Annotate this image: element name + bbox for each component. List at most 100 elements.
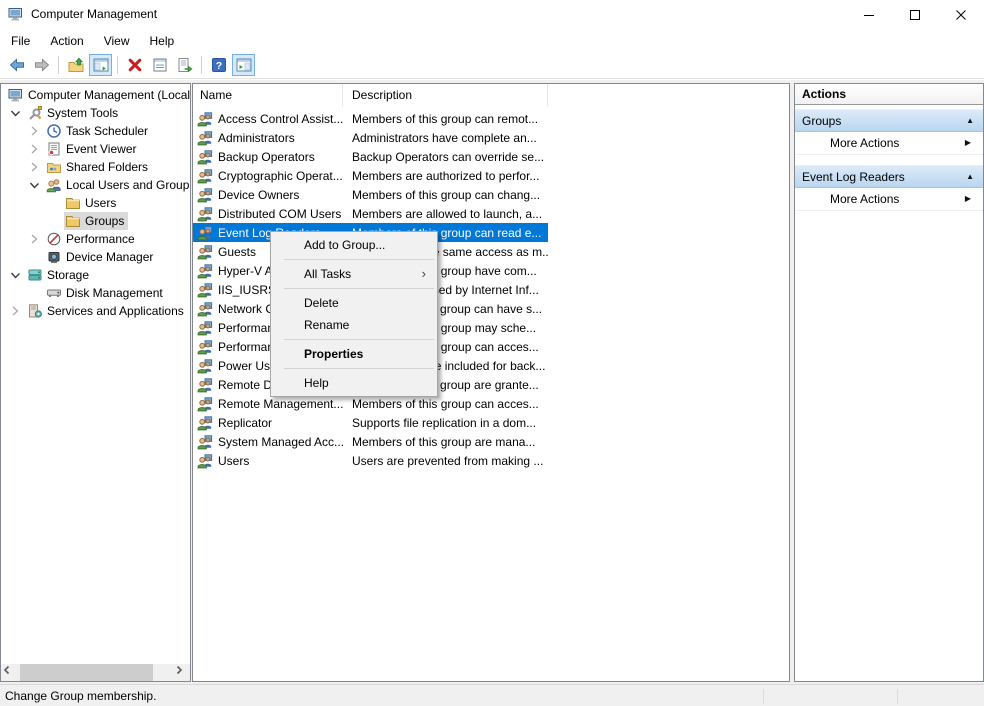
chevron-down-icon[interactable] <box>7 107 26 119</box>
list-row-users[interactable]: UsersUsers are prevented from making ... <box>193 451 548 470</box>
maximize-button[interactable] <box>892 0 938 29</box>
tree-item-disk-management[interactable]: Disk Management <box>1 284 190 302</box>
list-cell-description: Members are allowed to launch, a... <box>343 207 548 221</box>
back-icon <box>9 57 25 73</box>
tree-item-users[interactable]: Users <box>1 194 190 212</box>
column-header-description[interactable]: Description <box>343 84 548 106</box>
list-row-cryptographic-operat[interactable]: Cryptographic Operat...Members are autho… <box>193 166 548 185</box>
actions-section-title: Event Log Readers <box>802 170 905 184</box>
menu-separator <box>284 259 434 260</box>
menu-file[interactable]: File <box>1 30 40 52</box>
toolbar-button-properties[interactable] <box>148 54 171 76</box>
task-scheduler-icon <box>46 123 62 139</box>
status-divider <box>763 689 764 704</box>
column-header-description-label: Description <box>352 88 412 102</box>
properties-icon <box>152 57 168 73</box>
status-bar: Change Group membership. <box>0 684 984 706</box>
status-divider <box>897 689 898 704</box>
tree-horizontal-scrollbar[interactable] <box>1 664 190 681</box>
list-cell-name: Access Control Assist... <box>193 111 343 127</box>
menu-action[interactable]: Action <box>40 30 93 52</box>
menu-help[interactable]: Help <box>140 30 185 52</box>
actions-item-more-actions[interactable]: More Actions▶ <box>795 188 983 211</box>
list-row-distributed-com-users[interactable]: Distributed COM UsersMembers are allowed… <box>193 204 548 223</box>
status-text: Change Group membership. <box>5 689 156 703</box>
group-icon <box>197 434 213 450</box>
toolbar-separator <box>58 56 59 74</box>
list-row-replicator[interactable]: ReplicatorSupports file replication in a… <box>193 413 548 432</box>
toolbar-button-show-console-tree[interactable] <box>89 54 112 76</box>
tree-item-computer-management-local[interactable]: Computer Management (Local) <box>1 86 190 104</box>
maximize-icon <box>907 7 923 23</box>
actions-section-header-groups[interactable]: Groups▲ <box>795 109 983 132</box>
toolbar-button-help[interactable]: ? <box>207 54 230 76</box>
chevron-right-icon[interactable] <box>26 233 45 245</box>
list-cell-description: Members of this group can chang... <box>343 188 548 202</box>
list-cell-name: Cryptographic Operat... <box>193 168 343 184</box>
tree-item-shared-folders[interactable]: Shared Folders <box>1 158 190 176</box>
group-icon <box>197 396 213 412</box>
group-name-label: Distributed COM Users <box>218 207 341 221</box>
menu-item-help[interactable]: Help <box>271 372 437 394</box>
tree-item-system-tools[interactable]: System Tools <box>1 104 190 122</box>
scroll-left-button[interactable] <box>1 664 18 681</box>
toolbar-button-delete[interactable] <box>123 54 146 76</box>
list-cell-name: Users <box>193 453 343 469</box>
help-icon: ? <box>211 57 227 73</box>
close-button[interactable] <box>938 0 984 29</box>
menu-item-all-tasks[interactable]: All Tasks› <box>271 263 437 285</box>
chevron-right-icon[interactable] <box>26 125 45 137</box>
computer-icon <box>8 6 24 22</box>
menu-item-properties[interactable]: Properties <box>271 343 437 365</box>
users-groups-icon <box>46 177 62 193</box>
storage-icon <box>27 267 43 283</box>
list-row-device-owners[interactable]: Device OwnersMembers of this group can c… <box>193 185 548 204</box>
list-row-system-managed-acc[interactable]: System Managed Acc...Members of this gro… <box>193 432 548 451</box>
scrollbar-track[interactable] <box>18 664 173 681</box>
list-cell-description: Users are prevented from making ... <box>343 454 548 468</box>
scrollbar-thumb[interactable] <box>20 664 153 681</box>
toolbar-button-show-action-pane[interactable] <box>232 54 255 76</box>
menu-item-add-to-group[interactable]: Add to Group... <box>271 234 437 256</box>
toolbar-button-back[interactable] <box>5 54 28 76</box>
tree-item-label: Disk Management <box>66 286 163 300</box>
toolbar-button-forward[interactable] <box>30 54 53 76</box>
tree-item-storage[interactable]: Storage <box>1 266 190 284</box>
chevron-down-icon[interactable] <box>7 269 26 281</box>
list-cell-name: Distributed COM Users <box>193 206 343 222</box>
actions-section-header-event-log-readers[interactable]: Event Log Readers ▲ <box>795 165 983 188</box>
tree-indent <box>1 239 26 240</box>
menu-item-rename[interactable]: Rename <box>271 314 437 336</box>
tree-indent <box>1 167 26 168</box>
toolbar-button-up-one-level[interactable] <box>64 54 87 76</box>
minimize-button[interactable] <box>846 0 892 29</box>
tree-item-event-viewer[interactable]: Event Viewer <box>1 140 190 158</box>
chevron-right-icon[interactable] <box>26 143 45 155</box>
collapse-up-icon[interactable]: ▲ <box>966 117 974 125</box>
tree-item-label: Shared Folders <box>66 160 148 174</box>
group-name-label: Backup Operators <box>218 150 315 164</box>
menu-item-delete[interactable]: Delete <box>271 292 437 314</box>
menu-view[interactable]: View <box>94 30 140 52</box>
tree-item-services-and-applications[interactable]: Services and Applications <box>1 302 190 320</box>
tree-label-wrap: Shared Folders <box>45 158 152 176</box>
list-row-administrators[interactable]: AdministratorsAdministrators have comple… <box>193 128 548 147</box>
toolbar-button-export-list[interactable] <box>173 54 196 76</box>
list-row-backup-operators[interactable]: Backup OperatorsBackup Operators can ove… <box>193 147 548 166</box>
collapse-up-icon[interactable]: ▲ <box>966 173 974 181</box>
chevron-right-icon[interactable] <box>26 161 45 173</box>
export-list-icon <box>177 57 193 73</box>
group-icon <box>197 130 213 146</box>
list-row-access-control-assist[interactable]: Access Control Assist...Members of this … <box>193 109 548 128</box>
tree-item-device-manager[interactable]: Device Manager <box>1 248 190 266</box>
scroll-right-button[interactable] <box>173 664 190 681</box>
tree-item-groups[interactable]: Groups <box>1 212 190 230</box>
chevron-right-icon[interactable] <box>7 305 26 317</box>
group-name-label: IIS_IUSRS <box>218 283 276 297</box>
tree-item-performance[interactable]: Performance <box>1 230 190 248</box>
chevron-down-icon[interactable] <box>26 179 45 191</box>
actions-item-more-actions[interactable]: More Actions▶ <box>795 132 983 155</box>
tree-item-task-scheduler[interactable]: Task Scheduler <box>1 122 190 140</box>
tree-item-local-users-and-groups[interactable]: Local Users and Groups <box>1 176 190 194</box>
column-header-name[interactable]: Name <box>193 84 343 106</box>
